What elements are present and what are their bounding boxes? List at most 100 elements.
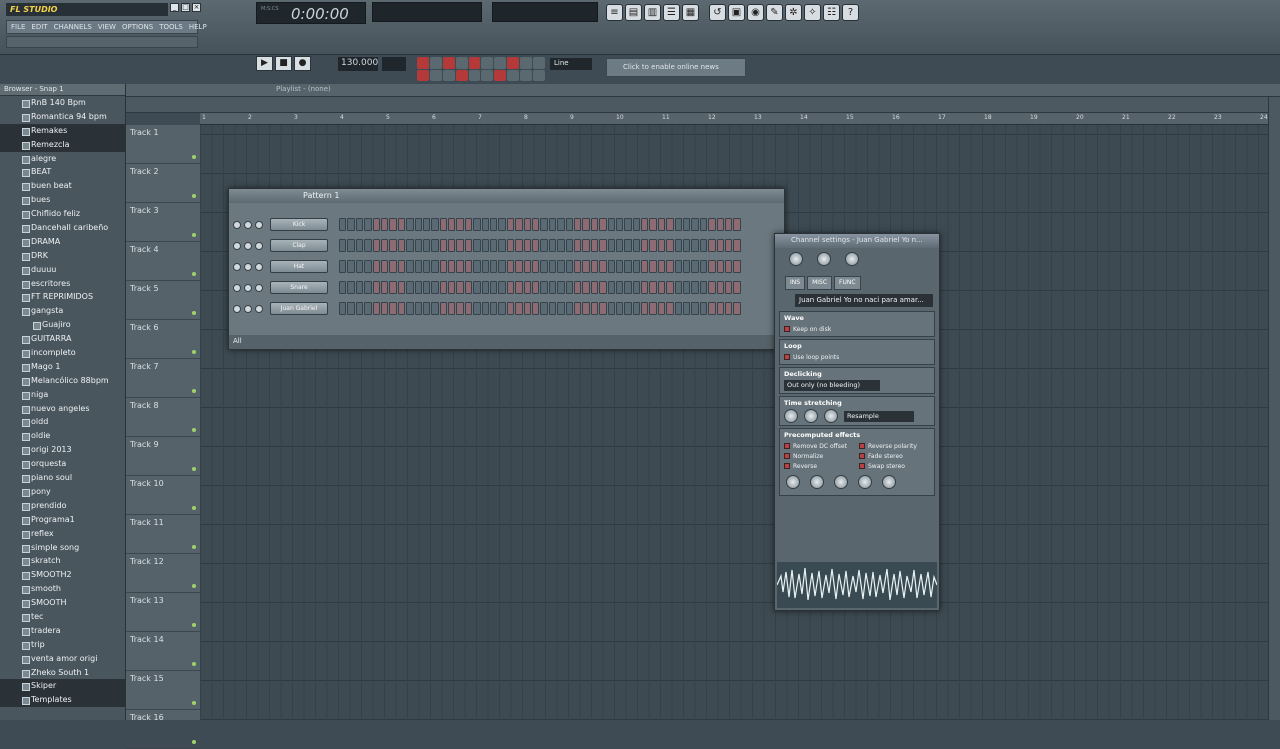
browser-item[interactable]: DRK: [0, 249, 125, 263]
browser-item[interactable]: Dancehall caribeño: [0, 221, 125, 235]
step-button[interactable]: [380, 281, 389, 294]
step-button[interactable]: [557, 260, 565, 273]
step-button[interactable]: [716, 302, 724, 315]
pan-knob[interactable]: [789, 252, 803, 266]
playlist-track[interactable]: Track 10: [126, 476, 200, 515]
step-button[interactable]: [691, 260, 699, 273]
step-button[interactable]: [372, 302, 380, 315]
step-button[interactable]: [716, 260, 724, 273]
time-display[interactable]: M:S:CS 0:00:00: [256, 2, 366, 24]
step-button[interactable]: [699, 302, 708, 315]
browser-item[interactable]: RnB 140 Bpm: [0, 96, 125, 110]
step-button[interactable]: [389, 281, 397, 294]
browser-item[interactable]: smooth: [0, 582, 125, 596]
loop-points-checkbox[interactable]: Use loop points: [784, 352, 930, 362]
save-icon[interactable]: ▣: [728, 4, 745, 21]
step-button[interactable]: [414, 302, 422, 315]
step-button[interactable]: [439, 218, 448, 231]
step-button[interactable]: [666, 218, 674, 231]
snap-mode-select[interactable]: Line: [550, 58, 592, 70]
step-button[interactable]: [624, 302, 632, 315]
step-button[interactable]: [406, 260, 414, 273]
sample-name[interactable]: Juan Gabriel Yo no naci para amar...: [795, 294, 933, 307]
volume-knob-icon[interactable]: [255, 305, 263, 313]
pan-knob-icon[interactable]: [244, 221, 252, 229]
step-button[interactable]: [397, 218, 406, 231]
step-button[interactable]: [347, 218, 355, 231]
option-toggle[interactable]: [455, 57, 468, 69]
browser-item[interactable]: SMOOTH2: [0, 568, 125, 582]
step-button[interactable]: [498, 260, 506, 273]
step-button[interactable]: [615, 260, 624, 273]
track-led-icon[interactable]: [192, 740, 196, 744]
step-button[interactable]: [657, 260, 666, 273]
step-button[interactable]: [657, 281, 666, 294]
browser-folder[interactable]: Skiper: [0, 679, 125, 694]
step-button[interactable]: [641, 218, 649, 231]
step-button[interactable]: [389, 239, 397, 252]
step-button[interactable]: [573, 281, 582, 294]
step-button[interactable]: [406, 239, 414, 252]
pan-knob-icon[interactable]: [244, 263, 252, 271]
step-button[interactable]: [523, 302, 531, 315]
step-button[interactable]: [582, 260, 590, 273]
step-button[interactable]: [490, 218, 498, 231]
option-toggle[interactable]: [455, 69, 468, 81]
browser-item[interactable]: origi 2013: [0, 443, 125, 457]
step-button[interactable]: [347, 302, 355, 315]
step-button[interactable]: [573, 302, 582, 315]
step-button[interactable]: [506, 218, 515, 231]
browser-item[interactable]: Mago 1: [0, 360, 125, 374]
step-button[interactable]: [506, 260, 515, 273]
browser-item[interactable]: FT REPRIMIDOS: [0, 290, 125, 304]
step-button[interactable]: [431, 218, 439, 231]
volume-knob-icon[interactable]: [255, 242, 263, 250]
channel-button[interactable]: Kick: [270, 218, 328, 231]
step-button[interactable]: [498, 281, 506, 294]
wrench-icon[interactable]: ✎: [766, 4, 783, 21]
tone-knob[interactable]: [882, 475, 896, 489]
step-button[interactable]: [380, 218, 389, 231]
step-button[interactable]: [355, 260, 364, 273]
step-button[interactable]: [515, 260, 523, 273]
step-button[interactable]: [347, 281, 355, 294]
browser-item[interactable]: Romantica 94 bpm: [0, 110, 125, 124]
step-button[interactable]: [414, 281, 422, 294]
step-button[interactable]: [456, 260, 464, 273]
track-led-icon[interactable]: [192, 428, 196, 432]
step-button[interactable]: [733, 281, 741, 294]
step-button[interactable]: [624, 218, 632, 231]
step-button[interactable]: [464, 218, 473, 231]
step-button[interactable]: [590, 281, 599, 294]
effect-checkbox[interactable]: Reverse polarity: [859, 441, 930, 451]
step-button[interactable]: [464, 281, 473, 294]
step-button[interactable]: [632, 302, 641, 315]
step-button[interactable]: [473, 218, 481, 231]
step-button[interactable]: [448, 260, 456, 273]
step-button[interactable]: [464, 302, 473, 315]
browser-item[interactable]: trip: [0, 638, 125, 652]
step-button[interactable]: [632, 218, 641, 231]
volume-knob-icon[interactable]: [255, 263, 263, 271]
browser-item[interactable]: oldd: [0, 415, 125, 429]
step-button[interactable]: [632, 260, 641, 273]
step-button[interactable]: [557, 239, 565, 252]
step-button[interactable]: [414, 260, 422, 273]
option-toggle[interactable]: [481, 69, 494, 81]
time-stretch-select[interactable]: Resample: [844, 410, 914, 422]
step-button[interactable]: [708, 302, 716, 315]
step-button[interactable]: [590, 239, 599, 252]
browser-folder[interactable]: Remezcla: [0, 137, 125, 152]
step-button[interactable]: [506, 302, 515, 315]
step-button[interactable]: [674, 302, 683, 315]
step-button[interactable]: [724, 239, 733, 252]
maximize-icon[interactable]: □: [181, 3, 190, 12]
mute-led-icon[interactable]: [233, 305, 241, 313]
step-button[interactable]: [582, 302, 590, 315]
step-button[interactable]: [406, 302, 414, 315]
step-button[interactable]: [548, 239, 557, 252]
step-button[interactable]: [699, 281, 708, 294]
step-button[interactable]: [389, 260, 397, 273]
step-button[interactable]: [565, 302, 573, 315]
step-button[interactable]: [557, 302, 565, 315]
